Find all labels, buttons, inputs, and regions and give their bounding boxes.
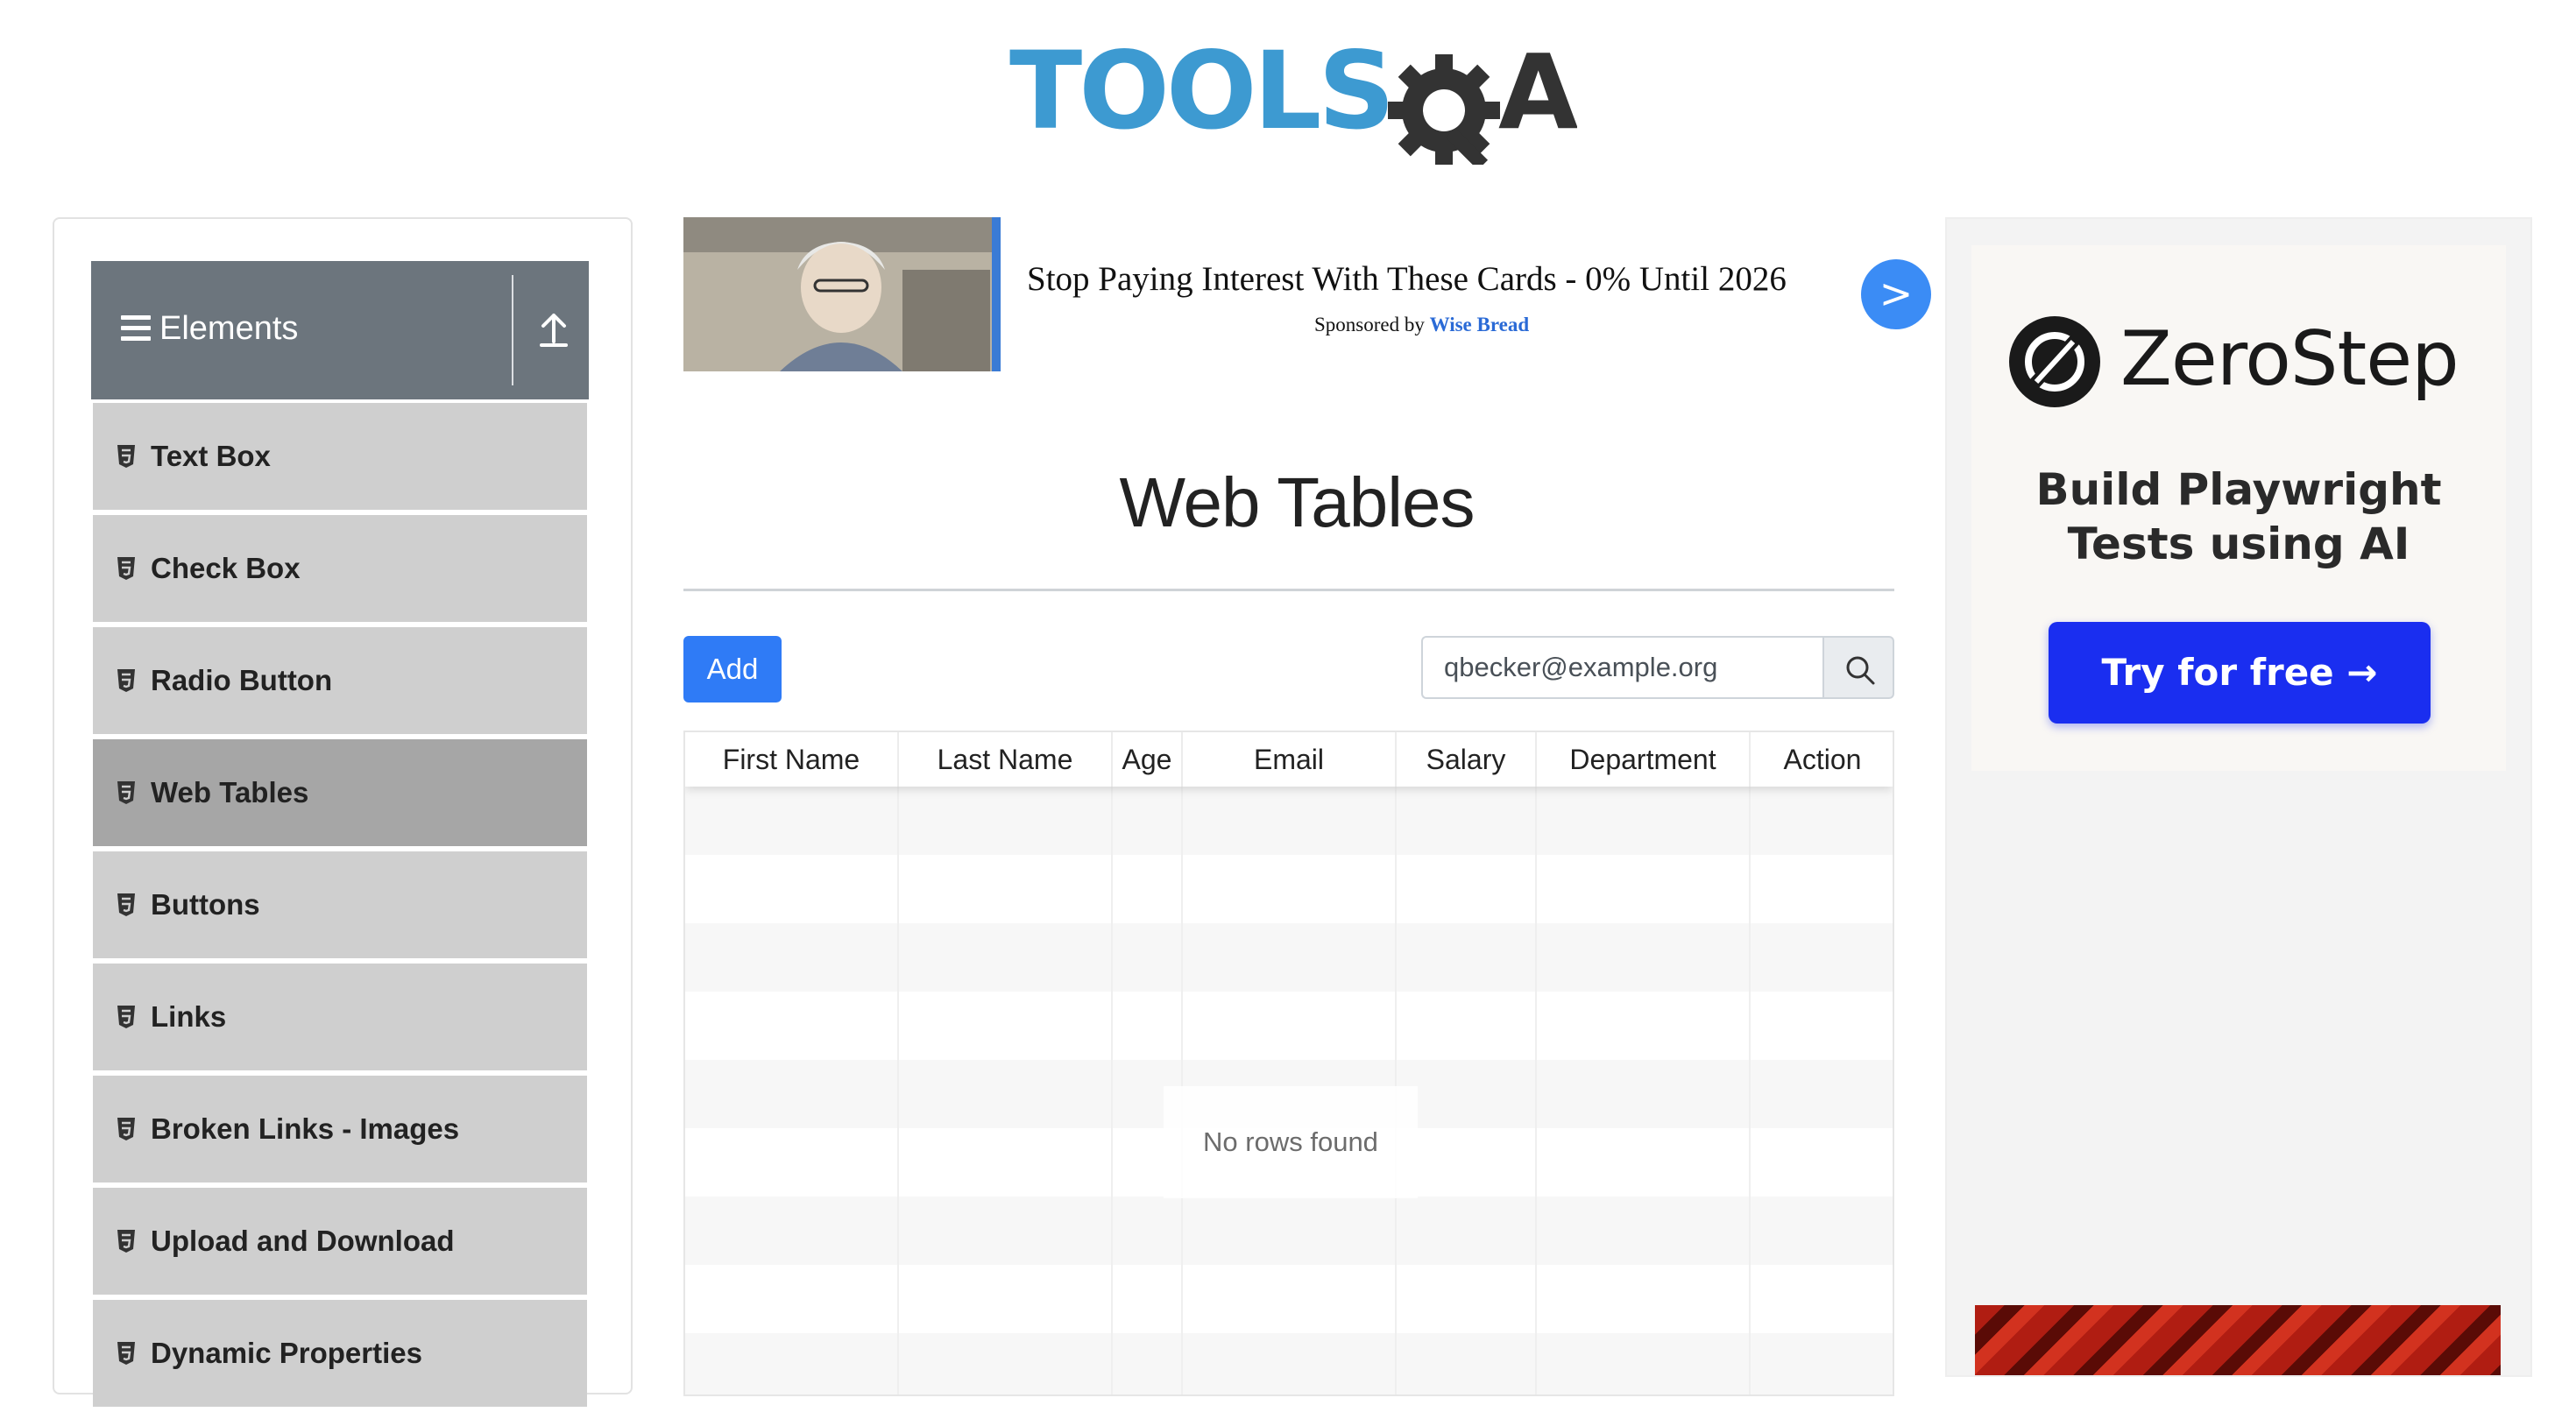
zerostep-brand: ZeroStep bbox=[2120, 315, 2459, 403]
sidebar-item-label: Upload and Download bbox=[151, 1225, 455, 1257]
html5-icon bbox=[116, 892, 137, 918]
sidebar-item-label: Buttons bbox=[151, 888, 260, 921]
column-divider bbox=[1749, 787, 1751, 1394]
group-title: Elements bbox=[159, 310, 299, 347]
column-header-first-name[interactable]: First Name bbox=[685, 732, 899, 787]
gear-icon bbox=[1388, 54, 1500, 171]
side-ad[interactable]: ZeroStep Build Playwright Tests using AI… bbox=[1945, 217, 2532, 1377]
column-header-email[interactable]: Email bbox=[1183, 732, 1397, 787]
sidebar-item-label: Web Tables bbox=[151, 776, 309, 808]
try-for-free-button[interactable]: Try for free → bbox=[2049, 622, 2431, 724]
group-header-elements[interactable]: Elements bbox=[91, 261, 589, 399]
sidebar-item-dynamic-properties[interactable]: Dynamic Properties bbox=[93, 1300, 587, 1412]
sidebar-item-label: Check Box bbox=[151, 552, 301, 584]
zerostep-tagline: Build Playwright Tests using AI bbox=[1971, 462, 2506, 571]
sponsor-name[interactable]: Wise Bread bbox=[1430, 314, 1530, 335]
html5-icon bbox=[116, 1116, 137, 1142]
html5-icon bbox=[116, 443, 137, 469]
table-header: First Name Last Name Age Email Salary Departm… bbox=[685, 732, 1893, 787]
logo-text-a: A bbox=[1498, 32, 1577, 152]
table-row bbox=[685, 1197, 1893, 1265]
ad-photo[interactable] bbox=[683, 217, 1001, 371]
html5-icon bbox=[116, 1340, 137, 1366]
column-header-last-name[interactable]: Last Name bbox=[899, 732, 1113, 787]
html5-icon bbox=[116, 667, 137, 694]
sidebar-item-text-box[interactable]: Text Box bbox=[93, 403, 587, 515]
zerostep-logo-icon bbox=[2009, 316, 2100, 407]
web-table: First Name Last Name Age Email Salary Departm… bbox=[683, 731, 1894, 1396]
ad-banner[interactable]: Stop Paying Interest With These Cards - … bbox=[683, 217, 1935, 371]
sidebar-item-links[interactable]: Links bbox=[93, 964, 587, 1076]
divider bbox=[512, 275, 513, 385]
tagline-line-1: Build Playwright bbox=[2035, 464, 2442, 515]
sidebar: Elements Text Box Check Box Radio Button We… bbox=[53, 217, 633, 1412]
menu-icon bbox=[121, 315, 151, 342]
table-row bbox=[685, 992, 1893, 1060]
sidebar-item-broken-links-images[interactable]: Broken Links - Images bbox=[93, 1076, 587, 1188]
html5-icon bbox=[116, 1004, 137, 1030]
sidebar-item-label: Links bbox=[151, 1000, 227, 1033]
title-divider bbox=[683, 589, 1894, 591]
logo-text-tools: TOOLS bbox=[1009, 29, 1391, 153]
search-input[interactable] bbox=[1421, 636, 1822, 699]
sidebar-item-label: Broken Links - Images bbox=[151, 1112, 460, 1145]
column-header-action[interactable]: Action bbox=[1751, 732, 1893, 787]
sidebar-item-radio-button[interactable]: Radio Button bbox=[93, 627, 587, 739]
sidebar-item-upload-and-download[interactable]: Upload and Download bbox=[93, 1188, 587, 1300]
search-icon bbox=[1846, 656, 1875, 685]
sidebar-item-label: Text Box bbox=[151, 440, 271, 472]
column-divider bbox=[1111, 787, 1113, 1394]
column-divider bbox=[1535, 787, 1537, 1394]
table-row bbox=[685, 923, 1893, 992]
tagline-line-2: Tests using AI bbox=[2067, 519, 2410, 569]
ad-headline[interactable]: Stop Paying Interest With These Cards - … bbox=[1027, 259, 1815, 299]
html5-icon bbox=[116, 780, 137, 806]
search-button[interactable] bbox=[1822, 636, 1894, 699]
table-row bbox=[685, 855, 1893, 923]
column-header-department[interactable]: Department bbox=[1537, 732, 1751, 787]
table-row bbox=[685, 787, 1893, 855]
collapse-arrow-icon[interactable] bbox=[529, 303, 578, 356]
sidebar-item-label: Radio Button bbox=[151, 664, 333, 696]
sidebar-item-web-tables[interactable]: Web Tables bbox=[93, 739, 587, 851]
no-rows-message: No rows found bbox=[1164, 1086, 1418, 1198]
html5-icon bbox=[116, 555, 137, 582]
ad-next-button[interactable]: > bbox=[1861, 259, 1931, 329]
sidebar-item-buttons[interactable]: Buttons bbox=[93, 851, 587, 964]
toolsqa-logo[interactable]: TOOLS A bbox=[1008, 25, 1578, 171]
sponsor-prefix: Sponsored by bbox=[1314, 314, 1425, 335]
table-row bbox=[685, 1265, 1893, 1333]
search-box bbox=[1421, 636, 1894, 702]
ad-sponsor: Sponsored by Wise Bread bbox=[1314, 314, 1529, 336]
zerostep-ad-card[interactable]: ZeroStep Build Playwright Tests using AI… bbox=[1971, 245, 2506, 771]
add-button[interactable]: Add bbox=[683, 636, 782, 702]
html5-icon bbox=[116, 1228, 137, 1254]
sidebar-item-check-box[interactable]: Check Box bbox=[93, 515, 587, 627]
table-row bbox=[685, 1333, 1893, 1394]
column-header-salary[interactable]: Salary bbox=[1397, 732, 1537, 787]
page-title: Web Tables bbox=[1119, 463, 1475, 541]
column-header-age[interactable]: Age bbox=[1113, 732, 1183, 787]
column-divider bbox=[897, 787, 899, 1394]
